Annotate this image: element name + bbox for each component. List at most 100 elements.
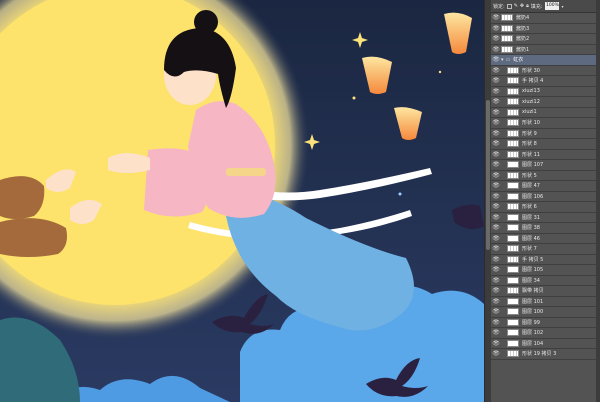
eye-visibility-icon[interactable]: 👁︎: [491, 182, 501, 189]
eye-visibility-icon[interactable]: 👁︎: [491, 88, 501, 95]
eye-visibility-icon[interactable]: 👁︎: [491, 224, 501, 231]
eye-visibility-icon[interactable]: 👁︎: [491, 256, 501, 263]
eye-visibility-icon[interactable]: 👁︎: [491, 298, 501, 305]
layer-row[interactable]: 👁︎ 图层 46: [491, 234, 596, 244]
eye-visibility-icon[interactable]: 👁︎: [491, 203, 501, 210]
layer-row[interactable]: 👁︎ 图层 31: [491, 213, 596, 223]
layer-row[interactable]: 👁︎ 形状 19 拷贝 3: [491, 349, 596, 360]
layer-row[interactable]: 👁︎ 图层 38: [491, 223, 596, 234]
layer-row[interactable]: 👁︎ 图层 106: [491, 192, 596, 202]
layer-row[interactable]: 👁︎ 形状 30: [491, 66, 596, 76]
chevron-down-icon[interactable]: ▾: [561, 4, 563, 9]
eye-visibility-icon[interactable]: 👁︎: [491, 46, 501, 53]
eye-visibility-icon[interactable]: 👁︎: [491, 140, 501, 147]
lock-image-icon[interactable]: ✎: [514, 3, 518, 9]
eye-visibility-icon[interactable]: 👁︎: [491, 193, 501, 200]
layer-row[interactable]: 👁︎ 形状 9: [491, 129, 596, 139]
eye-visibility-icon[interactable]: 👁︎: [491, 287, 501, 294]
layers-panel: 锁定: ✎ ✥ 🔒︎ 填充: 100% ▾ 👁︎ 酱奶4 👁︎ 酱奶3 👁︎ 酱奶2 👁︎ 酱…: [484, 0, 600, 402]
layer-row[interactable]: 👁︎ 图层 105: [491, 265, 596, 276]
eye-visibility-icon[interactable]: 👁︎: [491, 277, 501, 284]
layer-row[interactable]: 👁︎ 图层 47: [491, 181, 596, 192]
eye-visibility-icon[interactable]: 👁︎: [491, 25, 501, 32]
layer-row[interactable]: 👁︎ 酱奶3: [491, 24, 596, 34]
eye-visibility-icon[interactable]: 👁︎: [491, 319, 501, 326]
layers-toolbar: 锁定: ✎ ✥ 🔒︎ 填充: 100% ▾: [491, 0, 600, 13]
artwork-canvas[interactable]: [0, 0, 484, 402]
layer-row[interactable]: 👁︎ 酱奶1: [491, 45, 596, 55]
eye-visibility-icon[interactable]: 👁︎: [491, 98, 501, 105]
layer-thumbnail: [501, 14, 513, 22]
layer-thumbnail: [507, 192, 519, 200]
star-dot: [438, 70, 442, 74]
eye-visibility-icon[interactable]: 👁︎: [491, 340, 501, 347]
layer-row[interactable]: 👁︎ 手 拷贝 4: [491, 76, 596, 87]
layer-thumbnail: [501, 24, 513, 32]
layer-thumbnail: [507, 66, 519, 74]
lock-position-icon[interactable]: ✥: [520, 3, 524, 9]
scrollbar-thumb[interactable]: [486, 100, 490, 250]
eye-visibility-icon[interactable]: 👁︎: [491, 245, 501, 252]
layer-group-row[interactable]: 👁︎ ▾ ▭ 虹衣: [491, 55, 596, 66]
layer-thumbnail: [507, 87, 519, 95]
layer-thumbnail: [507, 266, 519, 274]
eye-visibility-icon[interactable]: 👁︎: [491, 214, 501, 221]
eye-visibility-icon[interactable]: 👁︎: [491, 56, 501, 63]
panel-edge-scrollbar[interactable]: [596, 0, 600, 402]
layer-name: 形状 11: [522, 151, 540, 158]
layer-thumbnail: [507, 150, 519, 158]
eye-visibility-icon[interactable]: 👁︎: [491, 235, 501, 242]
layer-row[interactable]: 👁︎ 酱奶2: [491, 34, 596, 45]
layer-thumbnail: [507, 287, 519, 295]
fill-input[interactable]: 100%: [545, 2, 560, 10]
eye-visibility-icon[interactable]: 👁︎: [491, 119, 501, 126]
layer-row[interactable]: 👁︎ 图层 101: [491, 297, 596, 307]
layer-row[interactable]: 👁︎ xiuzi1: [491, 108, 596, 118]
layer-row[interactable]: 👁︎ 手 拷贝 5: [491, 255, 596, 265]
layer-row[interactable]: 👁︎ 图层 107: [491, 160, 596, 171]
eye-visibility-icon[interactable]: 👁︎: [491, 14, 501, 21]
eye-visibility-icon[interactable]: 👁︎: [491, 161, 501, 168]
layer-row[interactable]: 👁︎ 形状 10: [491, 118, 596, 129]
layer-row[interactable]: 👁︎ 图层 34: [491, 276, 596, 286]
chevron-down-icon[interactable]: ▾: [501, 57, 504, 63]
layer-thumbnail: [507, 171, 519, 179]
eye-visibility-icon[interactable]: 👁︎: [491, 329, 501, 336]
layer-row[interactable]: 👁︎ 图层 104: [491, 339, 596, 349]
layer-row[interactable]: 👁︎ 形状 6: [491, 202, 596, 213]
eye-visibility-icon[interactable]: 👁︎: [491, 266, 501, 273]
layer-name: 图层 38: [522, 225, 540, 232]
lock-label: 锁定:: [493, 3, 505, 10]
layer-list: 👁︎ 酱奶4 👁︎ 酱奶3 👁︎ 酱奶2 👁︎ 酱奶1 👁︎ ▾ ▭ 虹衣 👁︎ 形状 30 👁︎ 手 拷贝 …: [491, 13, 596, 360]
eye-visibility-icon[interactable]: 👁︎: [491, 77, 501, 84]
eye-visibility-icon[interactable]: 👁︎: [491, 67, 501, 74]
layer-row[interactable]: 👁︎ 飘带 拷贝: [491, 286, 596, 297]
layer-row[interactable]: 👁︎ xiuzi13: [491, 87, 596, 97]
layer-name: 形状 9: [522, 130, 537, 137]
layer-row[interactable]: 👁︎ 图层 100: [491, 307, 596, 318]
layer-row[interactable]: 👁︎ 形状 8: [491, 139, 596, 150]
layer-row[interactable]: 👁︎ xiuzi12: [491, 97, 596, 108]
eye-visibility-icon[interactable]: 👁︎: [491, 130, 501, 137]
layer-row[interactable]: 👁︎ 形状 7: [491, 244, 596, 255]
eye-visibility-icon[interactable]: 👁︎: [491, 109, 501, 116]
lock-transparent-pixels-icon[interactable]: [506, 3, 512, 9]
layer-name: 酱奶2: [516, 36, 530, 43]
eye-visibility-icon[interactable]: 👁︎: [491, 151, 501, 158]
layer-thumbnail: [507, 77, 519, 85]
layer-row[interactable]: 👁︎ 酱奶4: [491, 13, 596, 24]
layer-name: xiuzi12: [522, 98, 540, 105]
layer-row[interactable]: 👁︎ 形状 5: [491, 171, 596, 181]
layer-row[interactable]: 👁︎ 形状 11: [491, 150, 596, 160]
layer-name: 酱奶4: [516, 15, 530, 22]
layer-row[interactable]: 👁︎ 图层 102: [491, 328, 596, 339]
eye-visibility-icon[interactable]: 👁︎: [491, 172, 501, 179]
layer-thumbnail: [507, 129, 519, 137]
eye-visibility-icon[interactable]: 👁︎: [491, 308, 501, 315]
eye-visibility-icon[interactable]: 👁︎: [491, 350, 501, 357]
layer-row[interactable]: 👁︎ 图层 99: [491, 318, 596, 328]
layer-name: 图层 34: [522, 277, 540, 284]
layer-name: 形状 5: [522, 172, 537, 179]
lock-all-icon[interactable]: 🔒︎: [526, 3, 529, 9]
eye-visibility-icon[interactable]: 👁︎: [491, 35, 501, 42]
